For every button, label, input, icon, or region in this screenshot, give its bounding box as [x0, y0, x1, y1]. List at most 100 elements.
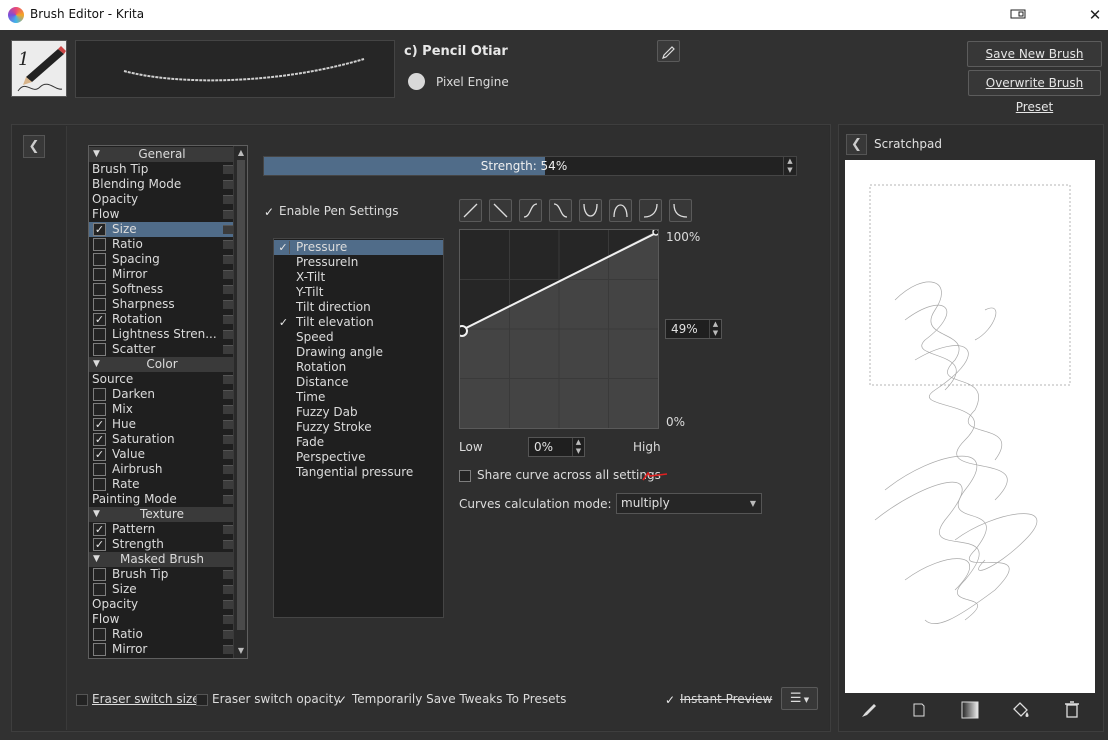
option-checkbox[interactable] — [93, 403, 106, 416]
options-list-item[interactable]: Size — [89, 582, 235, 597]
option-checkbox[interactable]: ✓ — [93, 523, 106, 536]
preset-thumbnail[interactable]: 1 — [11, 40, 67, 97]
temp-save-tweaks-checkbox[interactable]: ✓ Temporarily Save Tweaks To Presets — [336, 692, 566, 706]
curves-calc-mode-select[interactable]: multiply ▼ — [616, 493, 762, 514]
curve-preset-reverse-linear[interactable] — [489, 199, 512, 222]
option-checkbox[interactable]: ✓ — [93, 313, 106, 326]
lock-icon[interactable] — [223, 525, 233, 534]
option-checkbox[interactable]: ✓ — [93, 433, 106, 446]
sensor-checkbox[interactable] — [277, 256, 290, 269]
option-checkbox[interactable] — [93, 253, 106, 266]
instant-preview-checkbox[interactable]: ✓ Instant Preview — [664, 692, 772, 706]
options-scrollbar[interactable]: ▲ ▼ — [233, 146, 247, 658]
sensor-item[interactable]: Fade — [274, 435, 443, 450]
sensor-checkbox[interactable] — [277, 376, 290, 389]
option-checkbox[interactable] — [93, 238, 106, 251]
lock-icon[interactable] — [223, 480, 233, 489]
sensor-checkbox[interactable] — [277, 466, 290, 479]
options-list-item[interactable]: Flow — [89, 207, 235, 222]
sensor-item[interactable]: X-Tilt — [274, 270, 443, 285]
lock-icon[interactable] — [223, 540, 233, 549]
lock-icon[interactable] — [223, 270, 233, 279]
lock-icon[interactable] — [223, 345, 233, 354]
fill-bucket-icon[interactable] — [1010, 700, 1032, 720]
gradient-icon[interactable] — [959, 700, 981, 720]
option-checkbox[interactable] — [93, 463, 106, 476]
option-checkbox[interactable] — [93, 568, 106, 581]
sensor-item[interactable]: Fuzzy Stroke — [274, 420, 443, 435]
sensor-item[interactable]: Rotation — [274, 360, 443, 375]
eraser-switch-size-checkbox[interactable]: Eraser switch size — [76, 692, 200, 706]
options-list-item[interactable]: Airbrush — [89, 462, 235, 477]
sensor-item[interactable]: ✓ Tilt elevation — [274, 315, 443, 330]
sensor-checkbox[interactable] — [277, 406, 290, 419]
options-list-item[interactable]: ✓ Strength — [89, 537, 235, 552]
lock-icon[interactable] — [223, 420, 233, 429]
options-list-item[interactable]: Ratio — [89, 627, 235, 642]
option-checkbox[interactable] — [93, 388, 106, 401]
sensor-checkbox[interactable]: ✓ — [277, 316, 290, 329]
curve-preset-arch[interactable] — [609, 199, 632, 222]
sensor-checkbox[interactable] — [277, 391, 290, 404]
sensor-checkbox[interactable] — [277, 436, 290, 449]
options-list-item[interactable]: ✓ Size — [89, 222, 235, 237]
options-list-item[interactable]: ✓ Pattern — [89, 522, 235, 537]
share-curve-checkbox[interactable]: Share curve across all settings — [459, 468, 661, 482]
option-checkbox[interactable] — [93, 328, 106, 341]
lock-icon[interactable] — [223, 495, 233, 504]
sensor-item[interactable]: Distance — [274, 375, 443, 390]
curve-preset-ease-in[interactable] — [639, 199, 662, 222]
sensor-checkbox[interactable] — [277, 451, 290, 464]
curve-preset-linear[interactable] — [459, 199, 482, 222]
lock-icon[interactable] — [223, 165, 233, 174]
curve-point-value-input[interactable]: 49% ▲ ▼ — [665, 319, 722, 339]
lock-icon[interactable] — [223, 615, 233, 624]
lock-icon[interactable] — [223, 210, 233, 219]
options-list-item[interactable]: Scatter — [89, 342, 235, 357]
option-checkbox[interactable] — [93, 298, 106, 311]
lock-icon[interactable] — [223, 585, 233, 594]
lock-icon[interactable] — [223, 435, 233, 444]
lock-icon[interactable] — [223, 285, 233, 294]
sensor-item[interactable]: Time — [274, 390, 443, 405]
option-checkbox[interactable]: ✓ — [93, 448, 106, 461]
options-list-item[interactable]: ✓ Saturation — [89, 432, 235, 447]
option-checkbox[interactable]: ✓ — [93, 538, 106, 551]
sensor-checkbox[interactable] — [277, 286, 290, 299]
sensor-item[interactable]: Fuzzy Dab — [274, 405, 443, 420]
curve-preset-u[interactable] — [579, 199, 602, 222]
lock-icon[interactable] — [223, 315, 233, 324]
sensor-item[interactable]: Perspective — [274, 450, 443, 465]
options-section-header[interactable]: ▼ Color — [89, 357, 235, 372]
option-checkbox[interactable] — [93, 583, 106, 596]
clear-page-icon[interactable] — [908, 700, 930, 720]
curve-editor[interactable] — [456, 228, 660, 429]
options-list-item[interactable]: Source — [89, 372, 235, 387]
options-section-header[interactable]: ▼ Texture — [89, 507, 235, 522]
sensor-item[interactable]: Drawing angle — [274, 345, 443, 360]
sensor-item[interactable]: Y-Tilt — [274, 285, 443, 300]
restore-window-icon[interactable] — [1008, 5, 1028, 25]
options-list-item[interactable]: Brush Tip — [89, 162, 235, 177]
options-list-item[interactable]: Opacity — [89, 597, 235, 612]
curve-preset-reverse-s[interactable] — [549, 199, 572, 222]
options-list-item[interactable]: Ratio — [89, 237, 235, 252]
lock-icon[interactable] — [223, 195, 233, 204]
lock-icon[interactable] — [223, 180, 233, 189]
low-value-input[interactable]: 0% ▲ ▼ — [528, 437, 585, 457]
lock-icon[interactable] — [223, 300, 233, 309]
option-checkbox[interactable] — [93, 478, 106, 491]
options-list-item[interactable]: Sharpness — [89, 297, 235, 312]
enable-pen-settings-checkbox[interactable]: ✓ Enable Pen Settings — [263, 204, 399, 218]
option-checkbox[interactable] — [93, 283, 106, 296]
save-new-preset-button[interactable]: Save New Brush Preset... — [967, 41, 1102, 85]
options-list-item[interactable]: Rate — [89, 477, 235, 492]
options-list-item[interactable]: Spacing — [89, 252, 235, 267]
options-list-item[interactable]: Softness — [89, 282, 235, 297]
options-section-header[interactable]: ▼ General — [89, 147, 235, 162]
lock-icon[interactable] — [223, 405, 233, 414]
sensor-checkbox[interactable] — [277, 271, 290, 284]
options-section-header[interactable]: ▼ Masked Brush — [89, 552, 235, 567]
options-list-item[interactable]: Brush Tip — [89, 567, 235, 582]
sensor-item[interactable]: ✓ Pressure — [274, 240, 443, 255]
